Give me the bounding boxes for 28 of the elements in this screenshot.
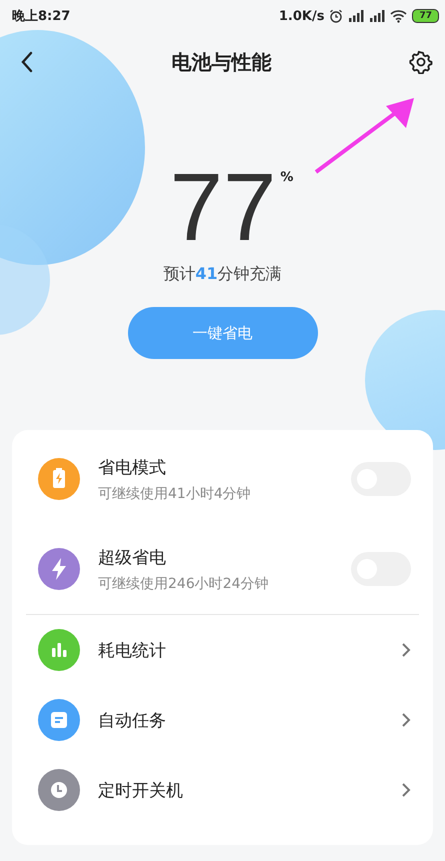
- status-time: 晚上8:27: [12, 8, 70, 25]
- settings-row[interactable]: 省电模式 可继续使用41小时4分钟: [12, 434, 433, 524]
- charge-estimate: 预计41分钟充满: [163, 264, 282, 285]
- settings-row[interactable]: 自动任务: [12, 685, 433, 755]
- alarm-icon: [329, 9, 344, 23]
- settings-row[interactable]: 定时开关机: [12, 755, 433, 825]
- wifi-icon: [390, 9, 408, 23]
- signal-icon: [348, 9, 364, 23]
- signal-icon: [369, 9, 386, 23]
- chevron-icon: [401, 712, 411, 728]
- network-speed: 1.0K/s: [278, 8, 324, 24]
- item-subtitle: 可继续使用246小时24分钟: [98, 574, 270, 592]
- chevron-icon: [401, 782, 411, 798]
- page-title: 电池与性能: [172, 48, 272, 76]
- battery-indicator: 77: [412, 9, 439, 23]
- settings-icon[interactable]: [409, 50, 433, 74]
- item-title: 省电模式: [98, 456, 167, 478]
- battery-percent: 77: [170, 160, 276, 256]
- settings-row[interactable]: 耗电统计: [12, 615, 433, 685]
- settings-row[interactable]: 超级省电 可继续使用246小时24分钟: [12, 524, 433, 614]
- item-title: 耗电统计: [98, 640, 167, 662]
- percent-sign: %: [280, 170, 294, 185]
- item-title: 自动任务: [98, 710, 167, 732]
- item-title: 超级省电: [98, 546, 167, 568]
- back-icon[interactable]: [20, 51, 34, 73]
- chevron-icon: [401, 642, 411, 658]
- item-subtitle: 可继续使用41小时4分钟: [98, 484, 252, 502]
- item-title: 定时开关机: [98, 780, 184, 802]
